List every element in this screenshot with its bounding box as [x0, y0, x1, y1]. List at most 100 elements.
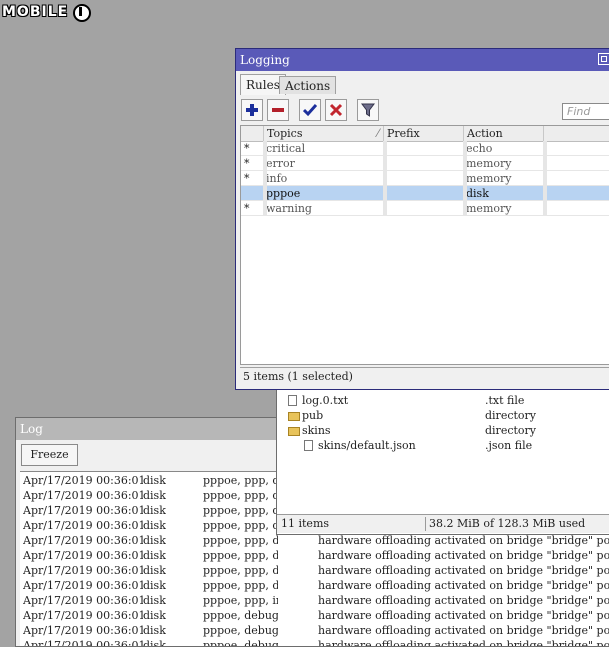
enable-button[interactable] [299, 99, 321, 121]
log-buffer: disk [143, 579, 166, 592]
log-topics: pppoe, ppp, del [203, 474, 278, 487]
log-row[interactable]: Apr/17/2019 00:36:01disk pppoe, ppp, del h… [20, 548, 609, 563]
log-window-title: Log [20, 422, 43, 436]
log-time: Apr/17/2019 00:36:01 [23, 474, 143, 487]
log-buffer: disk [143, 594, 166, 607]
column-gridline [463, 186, 467, 201]
log-buffer: disk [143, 639, 166, 647]
log-topics: pppoe, debug, p [203, 609, 278, 622]
rule-action: disk [466, 187, 489, 200]
filter-button[interactable] [357, 99, 379, 121]
log-topics: pppoe, ppp, del [203, 519, 278, 532]
files-usage: 38.2 MiB of 128.3 MiB used [429, 517, 586, 530]
logging-window-titlebar[interactable]: Logging [236, 49, 609, 71]
log-time: Apr/17/2019 00:36:01 [23, 639, 143, 647]
file-icon [288, 395, 297, 406]
prefix-column-header[interactable]: Prefix [383, 126, 463, 141]
rule-topics: critical [266, 142, 306, 155]
maximize-icon[interactable] [598, 53, 609, 65]
rule-topics: error [266, 157, 295, 170]
log-topics: pppoe, ppp, del [203, 549, 278, 562]
log-row[interactable]: Apr/17/2019 00:36:01disk pppoe, debug, p h… [20, 638, 609, 647]
rule-action: memory [466, 157, 512, 170]
column-gridline [543, 201, 547, 216]
rules-table-header: Topics ⁄ Prefix Action [241, 126, 609, 142]
log-buffer: disk [143, 504, 166, 517]
find-input[interactable]: Find [562, 103, 609, 120]
rules-status-bar: 5 items (1 selected) [240, 367, 609, 385]
file-row[interactable]: log.0.txt .txt file [277, 393, 609, 408]
log-row[interactable]: Apr/17/2019 00:36:01disk pppoe, debug, p h… [20, 608, 609, 623]
column-gridline [383, 186, 387, 201]
file-row[interactable]: pub directory [277, 408, 609, 423]
plus-icon [246, 104, 258, 116]
tab-actions[interactable]: Actions [279, 76, 337, 94]
log-message: hardware offloading activated on bridge … [318, 624, 609, 637]
log-topics: pppoe, ppp, inf [203, 594, 278, 607]
log-time: Apr/17/2019 00:36:01 [23, 594, 143, 607]
sort-indicator-icon: ⁄ [377, 127, 379, 140]
file-name: skins/default.json [318, 439, 416, 452]
log-row[interactable]: Apr/17/2019 00:36:01disk pppoe, ppp, del h… [20, 578, 609, 593]
folder-icon [288, 427, 300, 436]
log-topics: pppoe, debug, p [203, 639, 278, 647]
log-topics: pppoe, ppp, del [203, 579, 278, 592]
file-icon [304, 440, 313, 451]
minus-icon [272, 108, 284, 112]
log-row[interactable]: Apr/17/2019 00:36:01disk pppoe, ppp, del h… [20, 563, 609, 578]
column-gridline [463, 156, 467, 171]
disable-button[interactable] [325, 99, 347, 121]
mobile01-logo: MOBILE [2, 2, 92, 22]
remove-button[interactable] [267, 99, 289, 121]
log-time: Apr/17/2019 00:36:01 [23, 579, 143, 592]
logging-window: Logging Rules Actions Find Topics ⁄ Pref… [235, 48, 609, 390]
log-message: hardware offloading activated on bridge … [318, 594, 609, 607]
log-row[interactable]: Apr/17/2019 00:36:01disk pppoe, ppp, del h… [20, 533, 609, 548]
column-gridline [263, 141, 267, 156]
log-buffer: disk [143, 534, 166, 547]
log-time: Apr/17/2019 00:36:01 [23, 519, 143, 532]
status-divider [425, 517, 426, 531]
log-buffer: disk [143, 489, 166, 502]
log-buffer: disk [143, 564, 166, 577]
rule-row[interactable]: * warning memory [241, 201, 609, 216]
log-topics: pppoe, ppp, del [203, 534, 278, 547]
log-topics: pppoe, debug, p [203, 624, 278, 637]
action-column-header[interactable]: Action [463, 126, 543, 141]
log-buffer: disk [143, 609, 166, 622]
rule-row[interactable]: * error memory [241, 156, 609, 171]
log-message: hardware offloading activated on bridge … [318, 639, 609, 647]
rule-row[interactable]: * critical echo [241, 141, 609, 156]
log-topics: pppoe, ppp, del [203, 564, 278, 577]
file-type: directory [485, 424, 537, 437]
files-status-bar: 11 items 38.2 MiB of 128.3 MiB used [277, 514, 609, 533]
file-name: pub [302, 409, 324, 422]
freeze-button[interactable]: Freeze [21, 444, 78, 466]
column-gridline [543, 156, 547, 171]
log-row[interactable]: Apr/17/2019 00:36:01disk pppoe, debug, p h… [20, 623, 609, 638]
rule-row[interactable]: * info memory [241, 171, 609, 186]
column-gridline [543, 186, 547, 201]
file-type: .txt file [485, 394, 525, 407]
log-topics: pppoe, ppp, del [203, 504, 278, 517]
log-row[interactable]: Apr/17/2019 00:36:01disk pppoe, ppp, inf h… [20, 593, 609, 608]
file-type: .json file [485, 439, 533, 452]
rule-topics: info [266, 172, 288, 185]
file-row[interactable]: skins directory [277, 423, 609, 438]
add-button[interactable] [241, 99, 263, 121]
column-gridline [383, 171, 387, 186]
log-time: Apr/17/2019 00:36:01 [23, 549, 143, 562]
rule-action: echo [466, 142, 493, 155]
topics-column-header[interactable]: Topics ⁄ [263, 126, 383, 141]
column-gridline [383, 141, 387, 156]
file-row[interactable]: skins/default.json .json file [277, 438, 609, 453]
column-gridline [543, 171, 547, 186]
column-gridline [263, 186, 267, 201]
rule-row[interactable]: pppoe disk [241, 186, 609, 201]
files-window: log.0.txt .txt file pub directory skins direc… [276, 385, 609, 535]
column-gridline [263, 171, 267, 186]
column-gridline [263, 201, 267, 216]
log-buffer: disk [143, 474, 166, 487]
rule-topics: warning [266, 202, 312, 215]
filter-icon [361, 103, 375, 117]
